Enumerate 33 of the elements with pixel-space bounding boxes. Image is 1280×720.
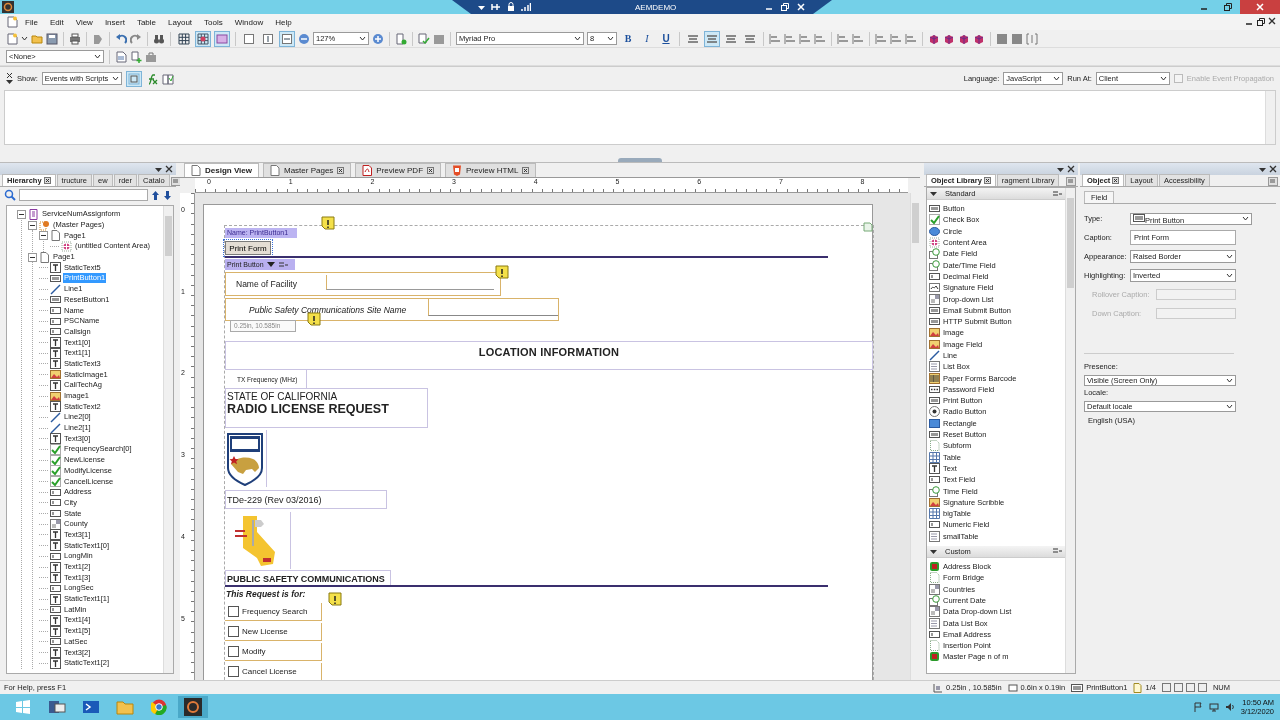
editor-tab[interactable]: Preview HTML	[445, 163, 537, 177]
menu-item[interactable]: View	[70, 17, 98, 27]
checkbox-label: New License	[242, 627, 288, 636]
menu-item[interactable]: Help	[270, 17, 297, 27]
checkbox-field[interactable]: New License	[225, 623, 323, 641]
section-heading: LOCATION INFORMATION	[478, 346, 620, 360]
checkbox-field[interactable]: Modify	[225, 643, 323, 661]
checkbox-field[interactable]: Cancel License	[225, 663, 323, 680]
bold-button[interactable]: B	[620, 30, 636, 47]
menu-item[interactable]: Layout	[163, 17, 198, 27]
checkbox-label: Modify	[242, 647, 266, 656]
question-label: This Request is for:	[226, 589, 306, 599]
field-caption: Public Safety Communications Site Name	[249, 304, 408, 315]
checkbox-field[interactable]: Frequency Search	[225, 603, 323, 621]
state-label: STATE OF CALIFORNIA	[227, 391, 339, 402]
form-number: TDe-229 (Rev 03/2016)	[225, 490, 387, 509]
menu-item[interactable]: Table	[131, 17, 162, 27]
form-title: RADIO LICENSE REQUEST	[227, 402, 390, 416]
menu-item[interactable]: Insert	[99, 17, 130, 27]
menu-item[interactable]: File	[20, 17, 43, 27]
italic-button[interactable]: I	[639, 30, 655, 47]
session-title: AEMDEMO	[635, 2, 678, 12]
editor-tab[interactable]: Master Pages	[263, 163, 352, 177]
underline-button[interactable]: U	[658, 30, 674, 47]
menu-item[interactable]: Edit	[44, 17, 69, 27]
editor-tab[interactable]: Preview PDF	[355, 163, 442, 177]
checkbox-label: Frequency Search	[242, 607, 308, 616]
menu-item[interactable]: Tools	[199, 17, 228, 27]
menu-item[interactable]: Window	[229, 17, 269, 27]
checkbox-label: Cancel License	[242, 667, 297, 676]
editor-tab[interactable]: Design View	[184, 163, 259, 177]
print-button[interactable]: Print Form	[225, 241, 271, 255]
field-caption: Name of Facility	[236, 279, 298, 289]
